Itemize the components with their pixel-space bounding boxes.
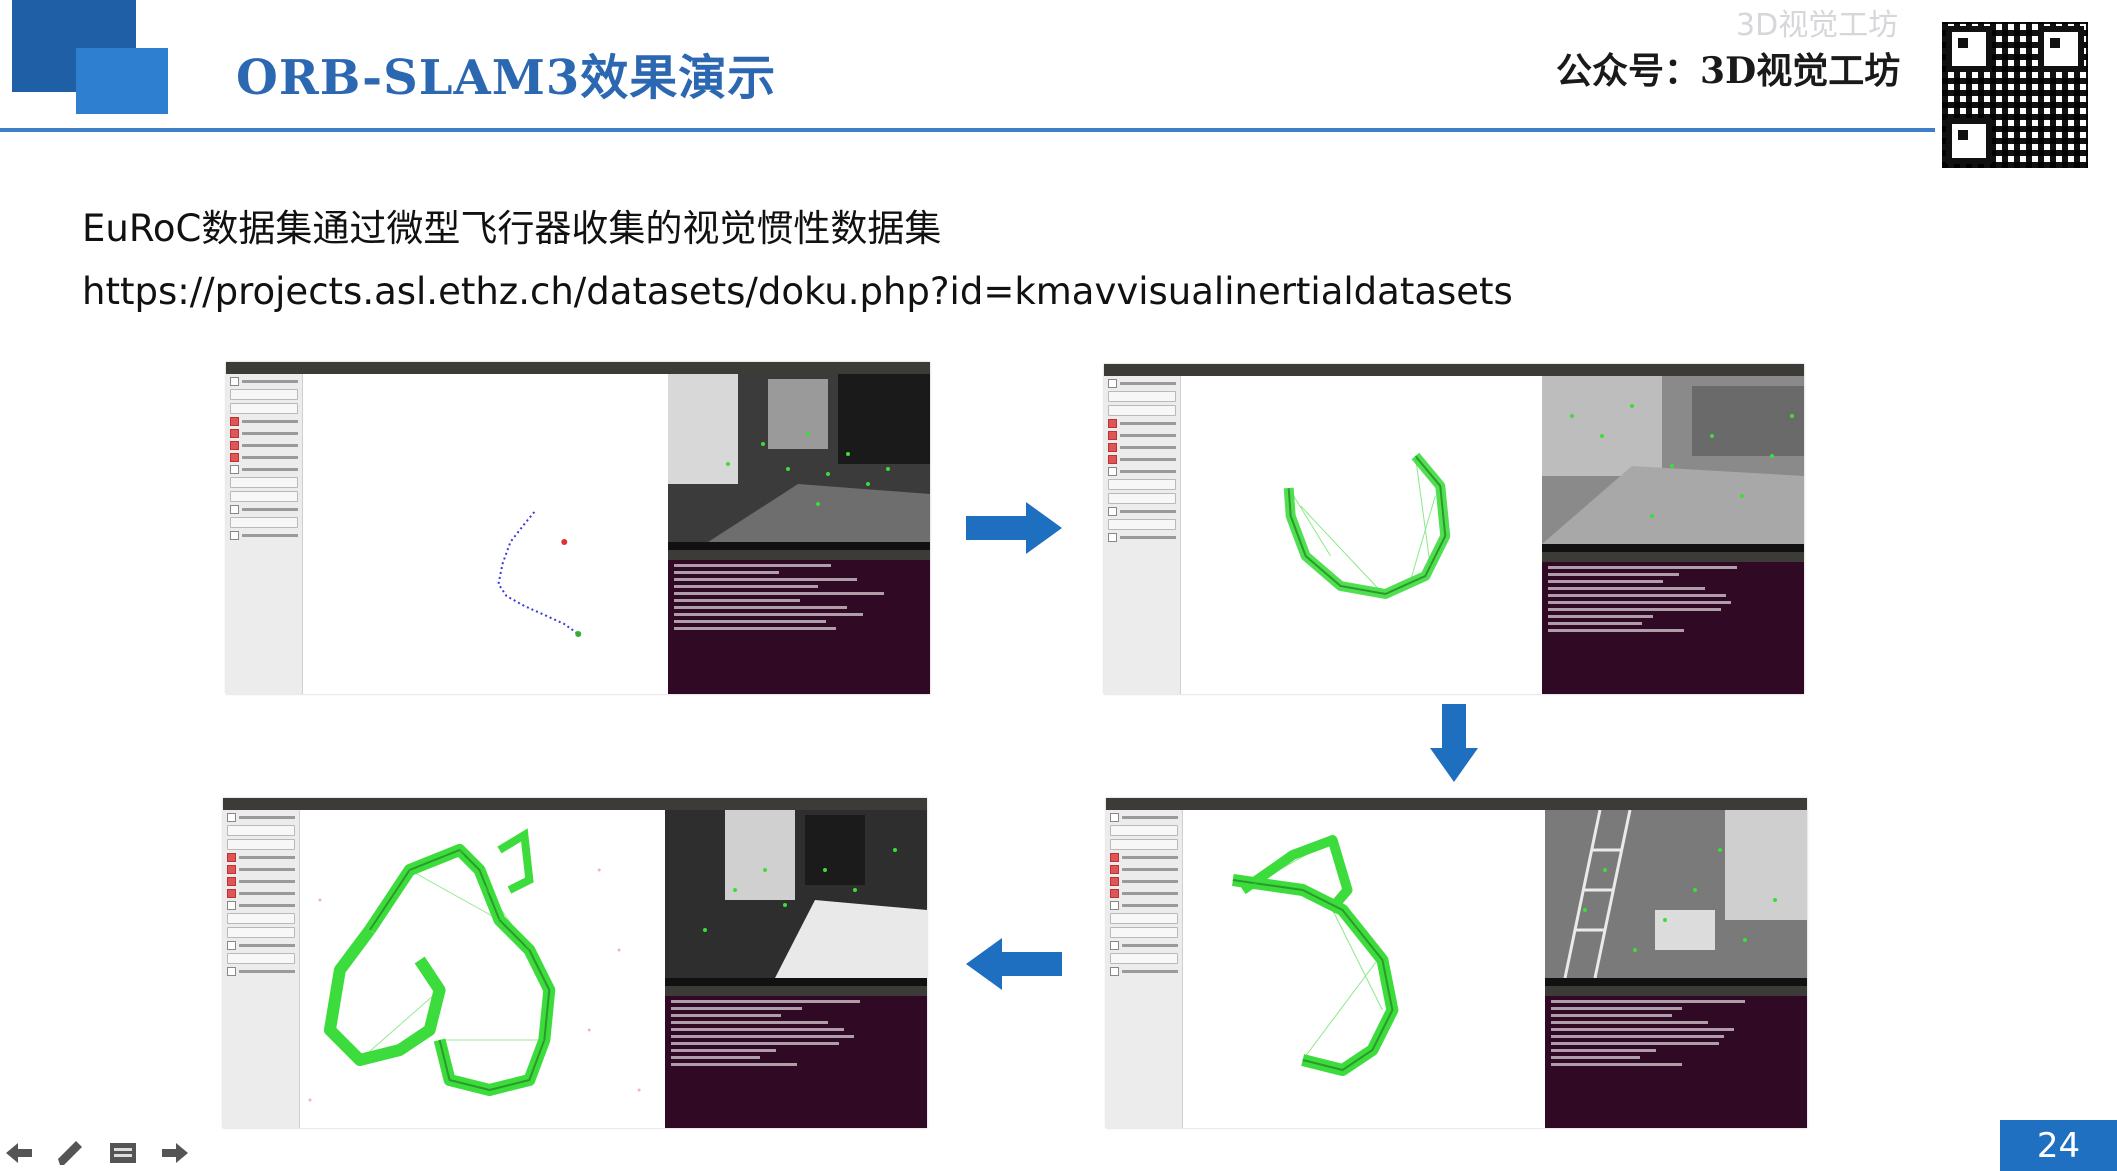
- watermark-text: 3D视觉工坊: [1736, 8, 1899, 43]
- dataset-description: EuRoC数据集通过微型飞行器收集的视觉惯性数据集: [82, 207, 942, 250]
- screenshot-step-2: [1104, 364, 1804, 694]
- arrow-down-icon: [1430, 704, 1478, 782]
- camera-frame: [1542, 376, 1804, 544]
- camera-status-bar: [668, 542, 930, 550]
- map-viewer: [1181, 376, 1542, 694]
- map-viewer: [300, 810, 665, 1128]
- qr-code: [1940, 20, 2090, 170]
- screenshot-step-3: [1106, 798, 1807, 1128]
- window-titlebar: [223, 798, 927, 810]
- forward-icon[interactable]: [156, 1138, 194, 1168]
- viewer-control-panel: [1106, 810, 1183, 1128]
- window-titlebar: [1104, 364, 1804, 376]
- arrow-right-icon: [966, 502, 1062, 554]
- viewer-control-panel: [223, 810, 300, 1128]
- map-viewer: [1183, 810, 1545, 1128]
- slide-title: ORB-SLAM3效果演示: [236, 50, 777, 106]
- window-titlebar: [226, 362, 930, 374]
- map-viewer: [303, 374, 668, 694]
- camera-frame: [665, 810, 927, 978]
- arrow-left-icon: [966, 938, 1062, 990]
- header-divider: [0, 128, 1935, 132]
- terminal-window: [1545, 986, 1807, 1128]
- page-number: 24: [2000, 1120, 2117, 1171]
- screenshot-step-1: [226, 362, 930, 694]
- pen-icon[interactable]: [52, 1138, 90, 1168]
- camera-frame: [1545, 810, 1807, 978]
- logo-square-front: [76, 48, 168, 114]
- camera-status-bar: [1542, 544, 1804, 552]
- back-icon[interactable]: [0, 1138, 38, 1168]
- terminal-window: [665, 986, 927, 1128]
- camera-frame: [668, 374, 930, 542]
- screenshot-step-4: [223, 798, 927, 1128]
- dataset-url[interactable]: https://projects.asl.ethz.ch/datasets/do…: [82, 270, 1513, 313]
- presentation-toolbar: [0, 1138, 194, 1168]
- slides-icon[interactable]: [104, 1138, 142, 1168]
- viewer-control-panel: [226, 374, 303, 694]
- terminal-window: [1542, 552, 1804, 694]
- camera-status-bar: [1545, 978, 1807, 986]
- viewer-control-panel: [1104, 376, 1181, 694]
- terminal-window: [668, 550, 930, 694]
- account-label: 公众号：3D视觉工坊: [1556, 50, 1901, 92]
- window-titlebar: [1106, 798, 1807, 810]
- camera-status-bar: [665, 978, 927, 986]
